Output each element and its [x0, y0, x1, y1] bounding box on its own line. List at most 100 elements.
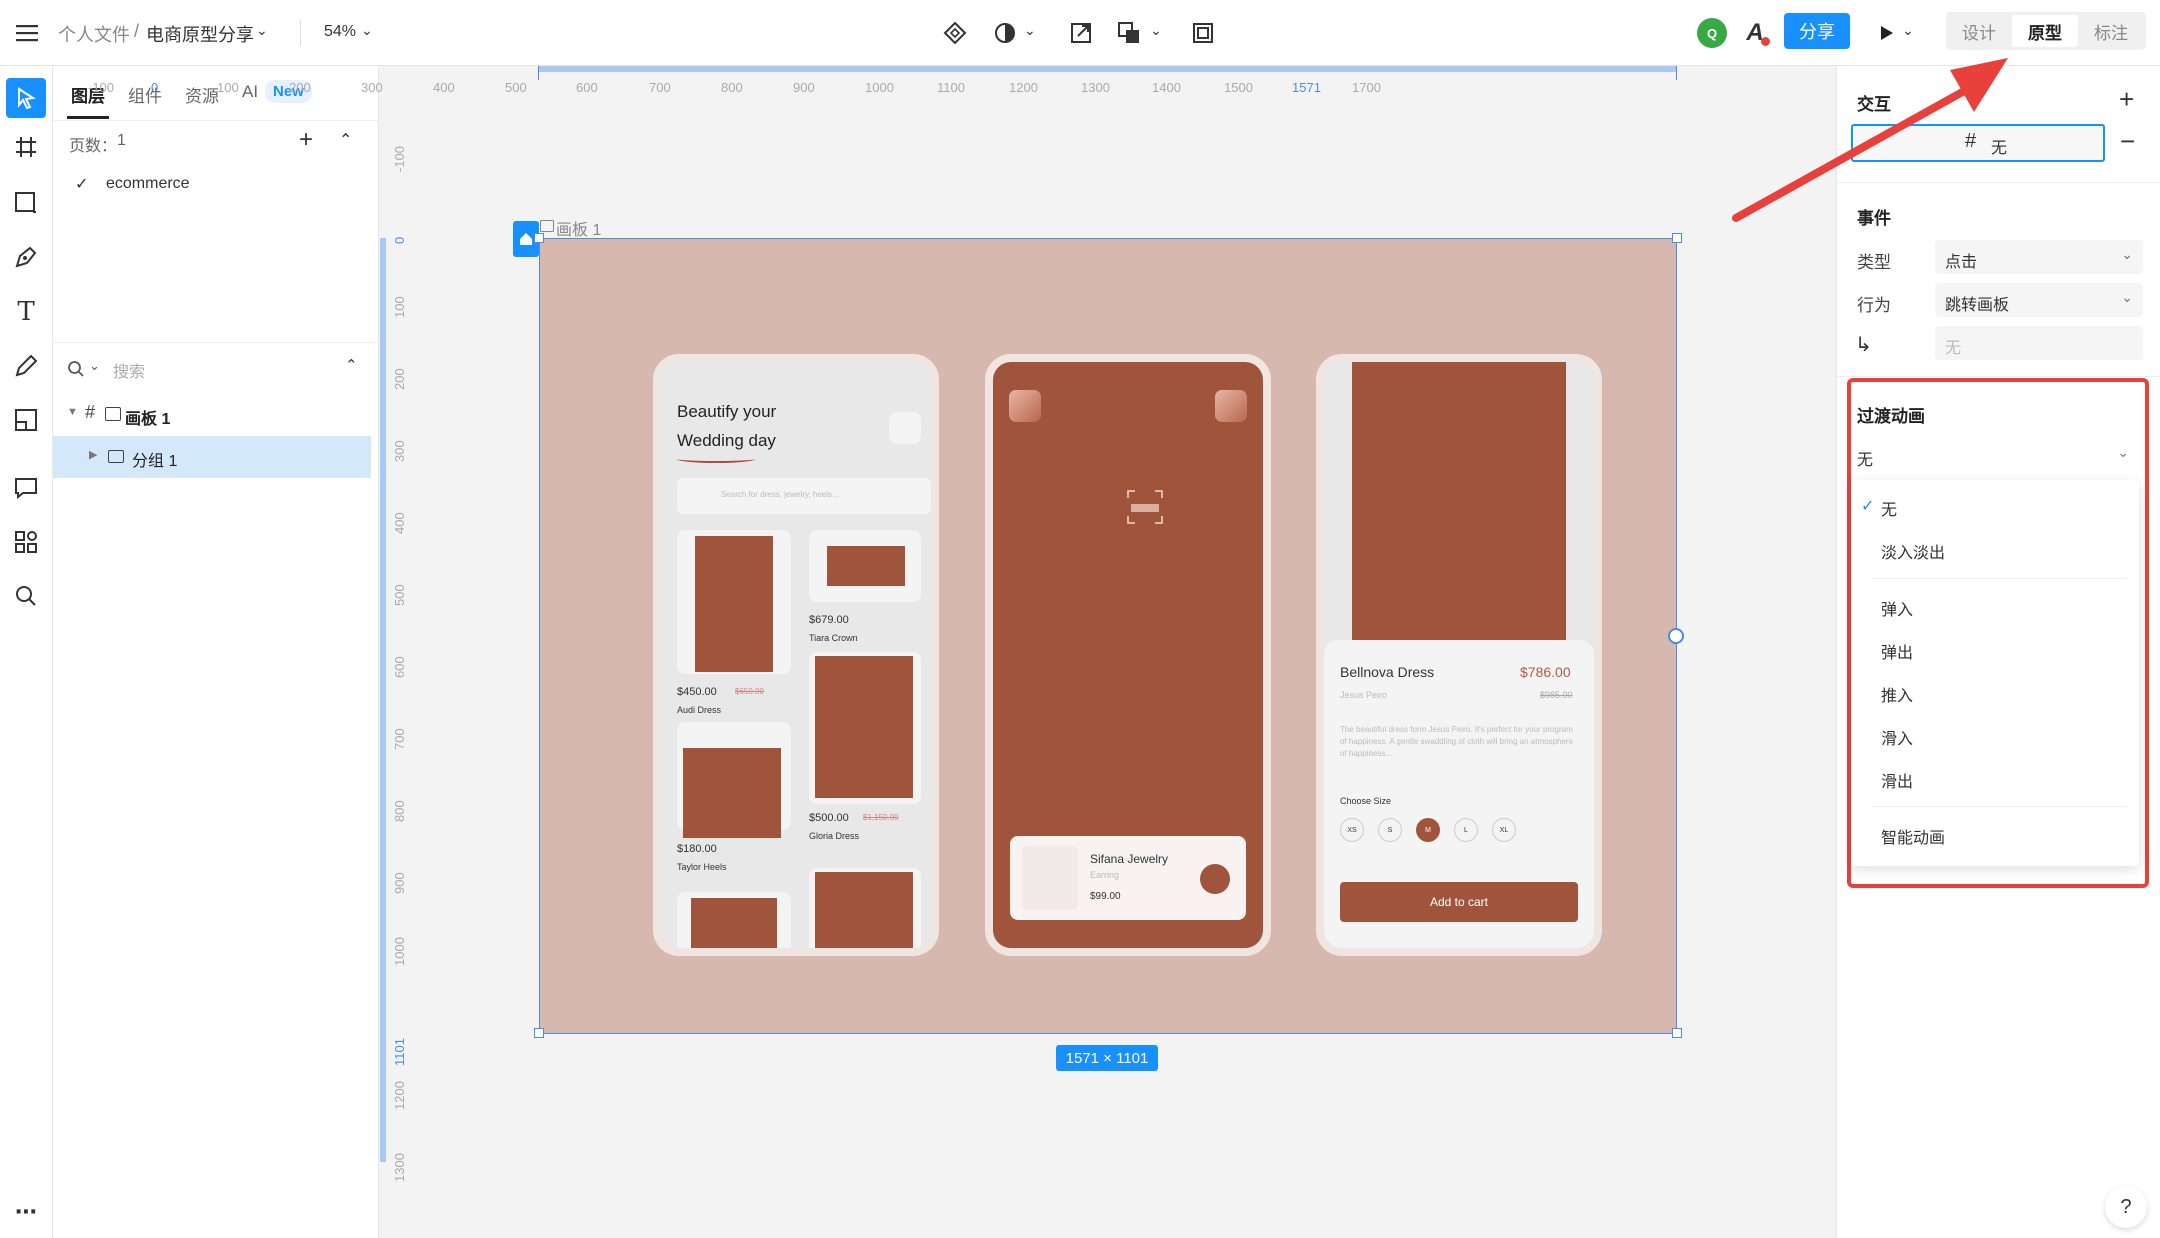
product-card[interactable]: [809, 868, 921, 948]
tab-prototype[interactable]: 原型: [2012, 15, 2078, 47]
boolean-icon[interactable]: [1116, 20, 1142, 46]
phone-screen-detail[interactable]: Bellnova Dress $786.00 Jesus Peiro $985.…: [1316, 354, 1602, 956]
plugins-tool-icon[interactable]: [12, 528, 40, 556]
size-option-selected[interactable]: M: [1416, 818, 1440, 842]
remove-interaction-icon[interactable]: −: [2120, 126, 2135, 157]
comment-tool-icon[interactable]: [12, 474, 40, 502]
share-button[interactable]: 分享: [1784, 13, 1850, 49]
caret-down-icon[interactable]: ▼: [67, 406, 78, 418]
file-name[interactable]: 电商原型分享: [146, 21, 254, 47]
tab-annotation[interactable]: 标注: [2078, 12, 2144, 50]
product-price: $180.00: [677, 843, 717, 855]
add-interaction-icon[interactable]: +: [2119, 84, 2134, 115]
ruler-label: 1300: [392, 1153, 407, 1182]
export-icon[interactable]: [1068, 20, 1094, 46]
search-tool-icon[interactable]: [12, 582, 40, 610]
size-option[interactable]: XS: [1340, 818, 1364, 842]
transition-option-none[interactable]: 无: [1881, 496, 1897, 520]
product-card[interactable]: [809, 652, 921, 804]
layer-row-selected[interactable]: ▶ 分组 1: [53, 436, 371, 478]
artboard[interactable]: Beautify your Wedding day Search for dre…: [539, 238, 1677, 1034]
transition-option-pop-out[interactable]: 弹出: [1881, 639, 1913, 663]
phone-screen-home[interactable]: Beautify your Wedding day Search for dre…: [653, 354, 939, 956]
avatar[interactable]: Q: [1697, 18, 1727, 48]
resize-handle[interactable]: [534, 1028, 544, 1038]
add-button[interactable]: [1200, 864, 1230, 894]
product-old-price: $650.00: [735, 687, 764, 696]
rectangle-tool-icon[interactable]: [12, 188, 40, 216]
size-option[interactable]: L: [1454, 818, 1478, 842]
frame-fit-icon[interactable]: [1190, 20, 1216, 46]
ruler-label: 0: [151, 80, 159, 95]
product-old-price: $985.00: [1540, 690, 1573, 700]
page-item-ecommerce[interactable]: ecommerce: [106, 175, 190, 193]
product-card[interactable]: [677, 892, 791, 948]
transition-option-slide-out[interactable]: 滑出: [1881, 768, 1913, 792]
pen-tool-icon[interactable]: [12, 243, 40, 271]
frame-label[interactable]: 画板 1: [556, 216, 601, 240]
breadcrumb-parent[interactable]: 个人文件: [58, 21, 130, 47]
transition-option-slide-in[interactable]: 滑入: [1881, 725, 1913, 749]
tab-ai[interactable]: AI: [242, 82, 258, 102]
prototype-connection-handle[interactable]: [1668, 628, 1684, 644]
phone-screen-camera[interactable]: Sifana Jewelry Earring $99.00: [985, 354, 1271, 956]
chevron-down-icon[interactable]: ⌄: [1024, 22, 1036, 39]
add-to-cart-button[interactable]: Add to cart: [1340, 882, 1578, 922]
back-button[interactable]: [1009, 390, 1041, 422]
font-icon[interactable]: A: [1740, 18, 1770, 48]
transition-option-push[interactable]: 推入: [1881, 682, 1913, 706]
pencil-tool-icon[interactable]: [12, 352, 40, 380]
chevron-down-icon[interactable]: ⌄: [361, 22, 373, 39]
chevron-down-icon[interactable]: ⌄: [256, 22, 268, 39]
contrast-icon[interactable]: [992, 20, 1018, 46]
help-button[interactable]: ?: [2105, 1186, 2147, 1228]
transition-option-pop-in[interactable]: 弹入: [1881, 596, 1913, 620]
vertical-ruler: -100 0 100 200 300 400 500 600 700 800 900 1000 1101…: [380, 110, 407, 1238]
tab-assets[interactable]: 资源: [185, 82, 219, 107]
layer-row[interactable]: ▼ # 画板 1: [53, 396, 379, 434]
resize-handle[interactable]: [1672, 1028, 1682, 1038]
component-icon[interactable]: [942, 20, 968, 46]
target-select[interactable]: 无: [1935, 326, 2143, 360]
chevron-down-icon[interactable]: ⌄: [1902, 22, 1914, 39]
transition-select[interactable]: 无 ⌄: [1851, 438, 2139, 472]
product-card[interactable]: Sifana Jewelry Earring $99.00: [1010, 836, 1246, 920]
ruler-label: 1100: [937, 80, 965, 95]
transition-option-smart-animate[interactable]: 智能动画: [1881, 824, 1945, 848]
resize-handle[interactable]: [1672, 233, 1682, 243]
zoom-level[interactable]: 54%: [324, 23, 356, 41]
ruler-tick-mark: [1676, 66, 1677, 80]
ruler-label: -100: [88, 80, 115, 95]
search-input[interactable]: Search for dress, jewelry, heels...: [677, 478, 931, 514]
frame-tool-icon[interactable]: [12, 133, 40, 161]
type-select[interactable]: 点击 ⌄: [1935, 240, 2143, 274]
add-page-icon[interactable]: +: [299, 126, 313, 154]
profile-avatar[interactable]: [889, 412, 921, 444]
flash-button[interactable]: [1215, 390, 1247, 422]
caret-right-icon[interactable]: ▶: [89, 448, 97, 461]
slice-tool-icon[interactable]: [12, 406, 40, 434]
action-select[interactable]: 跳转画板 ⌄: [1935, 283, 2143, 317]
play-icon[interactable]: [1876, 20, 1898, 46]
check-icon: ✓: [1861, 498, 1875, 515]
search-icon[interactable]: [65, 358, 87, 380]
size-option[interactable]: S: [1378, 818, 1402, 842]
select-tool-icon[interactable]: [6, 78, 46, 118]
resize-handle[interactable]: [534, 233, 544, 243]
text-tool-icon[interactable]: T: [12, 297, 40, 327]
menu-icon[interactable]: [14, 20, 40, 46]
product-card[interactable]: [809, 530, 921, 602]
type-label: 类型: [1857, 253, 1891, 272]
layer-search-input[interactable]: 搜索: [113, 358, 145, 382]
more-icon[interactable]: ⋯: [12, 1198, 40, 1226]
collapse-icon[interactable]: ⌃: [339, 130, 352, 150]
size-option[interactable]: XL: [1492, 818, 1516, 842]
chevron-down-icon[interactable]: ⌄: [89, 358, 100, 374]
tab-design[interactable]: 设计: [1946, 12, 2012, 50]
size-label-xl: XL: [1499, 826, 1509, 834]
transition-option-fade[interactable]: 淡入淡出: [1881, 539, 1945, 563]
divider: [53, 120, 379, 121]
product-card[interactable]: [677, 530, 791, 674]
collapse-all-icon[interactable]: ⌃: [345, 356, 358, 374]
chevron-down-icon[interactable]: ⌄: [1150, 22, 1162, 39]
